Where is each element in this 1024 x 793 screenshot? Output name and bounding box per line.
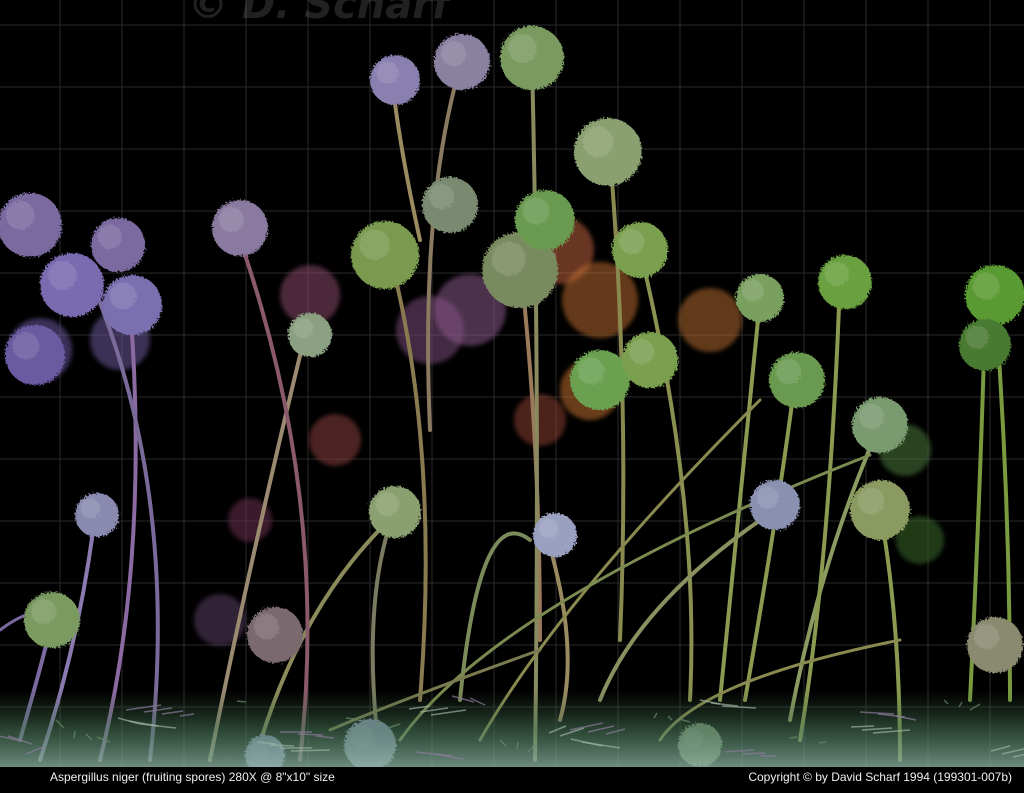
substrate-fiber bbox=[236, 700, 247, 703]
spore-highlight bbox=[824, 261, 850, 287]
spore-highlight bbox=[254, 614, 280, 640]
background-sporangium bbox=[309, 414, 361, 466]
substrate-fiber bbox=[73, 730, 76, 739]
spore-highlight bbox=[974, 624, 1000, 650]
spore-highlight bbox=[857, 487, 885, 515]
spore-highlight bbox=[577, 357, 605, 385]
spore-highlight bbox=[97, 224, 123, 250]
substrate-floor bbox=[0, 690, 1024, 767]
spore-highlight bbox=[293, 318, 314, 339]
spore-highlight bbox=[582, 126, 614, 158]
spore-highlight bbox=[376, 61, 399, 84]
substrate-fiber bbox=[290, 749, 331, 752]
spore-highlight bbox=[80, 498, 101, 519]
spore-highlight bbox=[441, 41, 467, 67]
spore-highlight bbox=[491, 241, 526, 276]
caption-bar: Aspergillus niger (fruiting spores) 280X… bbox=[0, 767, 1024, 793]
background-sporangium bbox=[514, 394, 566, 446]
spore-highlight bbox=[522, 197, 550, 225]
spore-highlight bbox=[756, 486, 779, 509]
spore-highlight bbox=[30, 599, 57, 625]
background bbox=[0, 0, 1024, 767]
spore-highlight bbox=[859, 404, 885, 430]
substrate-fiber bbox=[850, 725, 875, 728]
spore-highlight bbox=[219, 207, 245, 233]
spore-highlight bbox=[972, 272, 1000, 300]
spore-highlight bbox=[109, 282, 137, 310]
substrate-fiber bbox=[345, 717, 356, 720]
substrate-fiber bbox=[789, 736, 798, 739]
copyright-caption: Copyright © by David Scharf 1994 (199301… bbox=[748, 770, 1012, 784]
spore-highlight bbox=[6, 201, 35, 230]
spore-highlight bbox=[776, 359, 802, 385]
spore-highlight bbox=[429, 184, 455, 210]
substrate-fiber bbox=[268, 744, 295, 747]
spore-highlight bbox=[742, 280, 764, 302]
specimen-caption: Aspergillus niger (fruiting spores) 280X… bbox=[50, 770, 335, 784]
photo-frame: © D. Scharf Aspergillus niger (fruiting … bbox=[0, 0, 1024, 793]
spore-highlight bbox=[375, 492, 399, 516]
fungus-scene bbox=[0, 0, 1024, 767]
substrate-fiber bbox=[516, 741, 519, 750]
spore-highlight bbox=[359, 229, 391, 261]
spore-highlight bbox=[508, 34, 537, 63]
spore-highlight bbox=[538, 518, 559, 539]
background-sporangium bbox=[678, 288, 742, 352]
substrate-fiber bbox=[741, 752, 766, 755]
spore-highlight bbox=[965, 325, 989, 349]
substrate-fiber bbox=[297, 733, 324, 736]
sem-micrograph: © D. Scharf bbox=[0, 0, 1024, 767]
substrate-fiber bbox=[818, 741, 827, 744]
spore-highlight bbox=[619, 229, 645, 255]
spore-highlight bbox=[48, 261, 77, 290]
spore-highlight bbox=[629, 339, 655, 365]
spore-highlight bbox=[12, 332, 40, 360]
